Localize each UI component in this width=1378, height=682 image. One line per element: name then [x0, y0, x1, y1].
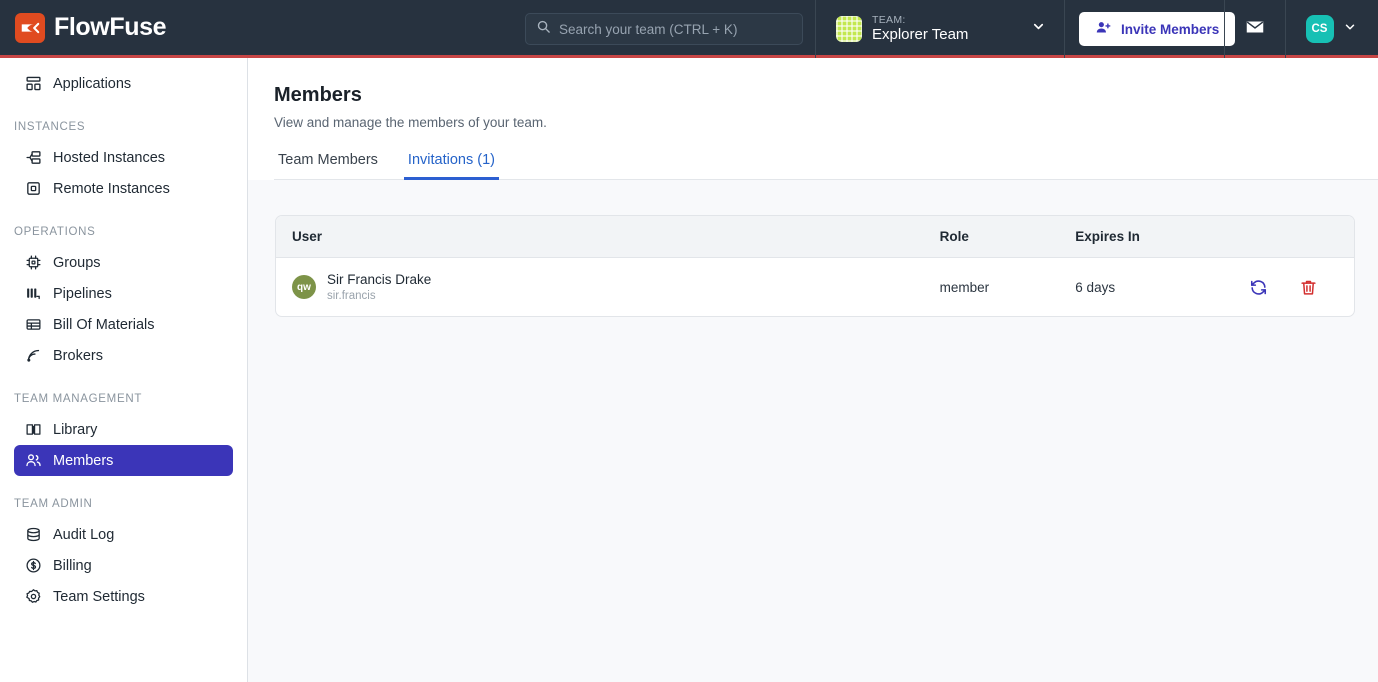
- column-header-actions: [1232, 216, 1354, 258]
- groups-icon: [24, 254, 42, 272]
- table-header: User Role Expires In: [276, 216, 1354, 258]
- chevron-down-icon: [1343, 20, 1357, 39]
- team-settings-icon: [24, 588, 42, 606]
- top-header: FlowFuse Search your team (CTRL + K) TEA…: [0, 0, 1378, 58]
- row-actions: [1248, 277, 1338, 297]
- sidebar-item-audit-log[interactable]: Audit Log: [14, 519, 233, 550]
- library-icon: [24, 421, 42, 439]
- cell-user: qw Sir Francis Drake sir.francis: [276, 258, 924, 317]
- user-plus-icon: [1095, 19, 1112, 39]
- sidebar-item-label: Members: [53, 453, 113, 469]
- user-identity: Sir Francis Drake sir.francis: [327, 271, 431, 303]
- user-menu-button[interactable]: CS: [1296, 0, 1366, 58]
- sidebar-item-remote-instances[interactable]: Remote Instances: [14, 173, 233, 204]
- sidebar-section-instances: INSTANCES: [0, 121, 247, 133]
- invitations-table: User Role Expires In qw: [276, 216, 1354, 316]
- sidebar-item-team-settings[interactable]: Team Settings: [14, 581, 233, 612]
- remote-instances-icon: [24, 180, 42, 198]
- chevron-down-icon: [1031, 19, 1046, 39]
- cell-expires-in: 6 days: [1059, 258, 1232, 317]
- notifications-button[interactable]: [1224, 0, 1286, 58]
- brokers-icon: [24, 347, 42, 365]
- team-avatar-icon: [836, 16, 862, 42]
- sidebar-item-members[interactable]: Members: [14, 445, 233, 476]
- avatar: CS: [1306, 15, 1334, 43]
- user-cell: qw Sir Francis Drake sir.francis: [292, 271, 908, 303]
- sidebar-item-label: Library: [53, 422, 97, 438]
- hosted-instances-icon: [24, 149, 42, 167]
- team-selector[interactable]: TEAM: Explorer Team: [815, 0, 1065, 58]
- sidebar-item-label: Brokers: [53, 348, 103, 364]
- table-header-row: User Role Expires In: [276, 216, 1354, 258]
- sidebar-item-billing[interactable]: Billing: [14, 550, 233, 581]
- envelope-icon: [1244, 16, 1266, 43]
- delete-invite-icon[interactable]: [1298, 277, 1318, 297]
- audit-log-icon: [24, 526, 42, 544]
- page-subtitle: View and manage the members of your team…: [274, 115, 1378, 130]
- user-name: Sir Francis Drake: [327, 271, 431, 289]
- sidebar-item-bill-of-materials[interactable]: Bill Of Materials: [14, 309, 233, 340]
- column-header-expires-in: Expires In: [1059, 216, 1232, 258]
- sidebar-item-label: Bill Of Materials: [53, 317, 155, 333]
- tab-bar: Team Members Invitations (1): [274, 152, 1378, 180]
- members-icon: [24, 452, 42, 470]
- cell-actions: [1232, 258, 1354, 317]
- sidebar-item-label: Team Settings: [53, 589, 145, 605]
- table-row: qw Sir Francis Drake sir.francis member …: [276, 258, 1354, 317]
- sidebar-item-library[interactable]: Library: [14, 414, 233, 445]
- content-area: User Role Expires In qw: [248, 180, 1378, 682]
- main-content: Members View and manage the members of y…: [248, 58, 1378, 682]
- search-icon: [536, 19, 551, 39]
- column-header-user: User: [276, 216, 924, 258]
- invitations-card: User Role Expires In qw: [275, 215, 1355, 317]
- page-title: Members: [274, 84, 1378, 107]
- sidebar-item-label: Billing: [53, 558, 92, 574]
- pipelines-icon: [24, 285, 42, 303]
- sidebar: Applications INSTANCES Hosted Instances …: [0, 58, 248, 682]
- search-input[interactable]: Search your team (CTRL + K): [525, 13, 803, 45]
- sidebar-item-label: Audit Log: [53, 527, 114, 543]
- tab-invitations[interactable]: Invitations (1): [404, 152, 499, 180]
- sidebar-item-hosted-instances[interactable]: Hosted Instances: [14, 142, 233, 173]
- sidebar-item-groups[interactable]: Groups: [14, 247, 233, 278]
- team-name: Explorer Team: [872, 26, 1021, 43]
- column-header-role: Role: [924, 216, 1060, 258]
- billing-icon: [24, 557, 42, 575]
- body: Applications INSTANCES Hosted Instances …: [0, 58, 1378, 682]
- flowfuse-app: FlowFuse Search your team (CTRL + K) TEA…: [0, 0, 1378, 682]
- avatar: qw: [292, 275, 316, 299]
- user-handle: sir.francis: [327, 289, 431, 304]
- search-placeholder: Search your team (CTRL + K): [559, 22, 737, 37]
- sidebar-item-label: Pipelines: [53, 286, 112, 302]
- sidebar-section-operations: OPERATIONS: [0, 226, 247, 238]
- resend-invite-icon[interactable]: [1248, 277, 1268, 297]
- page-header: Members View and manage the members of y…: [248, 58, 1378, 180]
- cell-role: member: [924, 258, 1060, 317]
- invite-members-button[interactable]: Invite Members: [1079, 12, 1235, 46]
- search-container: Search your team (CTRL + K): [525, 13, 803, 45]
- bill-of-materials-icon: [24, 316, 42, 334]
- sidebar-item-label: Remote Instances: [53, 181, 170, 197]
- team-meta: TEAM: Explorer Team: [872, 14, 1021, 43]
- invite-members-label: Invite Members: [1121, 22, 1219, 37]
- sidebar-item-label: Applications: [53, 76, 131, 92]
- applications-icon: [24, 75, 42, 93]
- sidebar-item-brokers[interactable]: Brokers: [14, 340, 233, 371]
- team-label: TEAM:: [872, 14, 1021, 26]
- sidebar-item-pipelines[interactable]: Pipelines: [14, 278, 233, 309]
- sidebar-item-applications[interactable]: Applications: [14, 68, 233, 99]
- sidebar-item-label: Groups: [53, 255, 101, 271]
- table-body: qw Sir Francis Drake sir.francis member …: [276, 258, 1354, 317]
- sidebar-item-label: Hosted Instances: [53, 150, 165, 166]
- logo-text: FlowFuse: [54, 13, 166, 42]
- sidebar-section-team-management: TEAM MANAGEMENT: [0, 393, 247, 405]
- tab-team-members[interactable]: Team Members: [274, 152, 382, 180]
- logo[interactable]: FlowFuse: [0, 13, 300, 43]
- flowfuse-logo-icon: [15, 13, 45, 43]
- sidebar-section-team-admin: TEAM ADMIN: [0, 498, 247, 510]
